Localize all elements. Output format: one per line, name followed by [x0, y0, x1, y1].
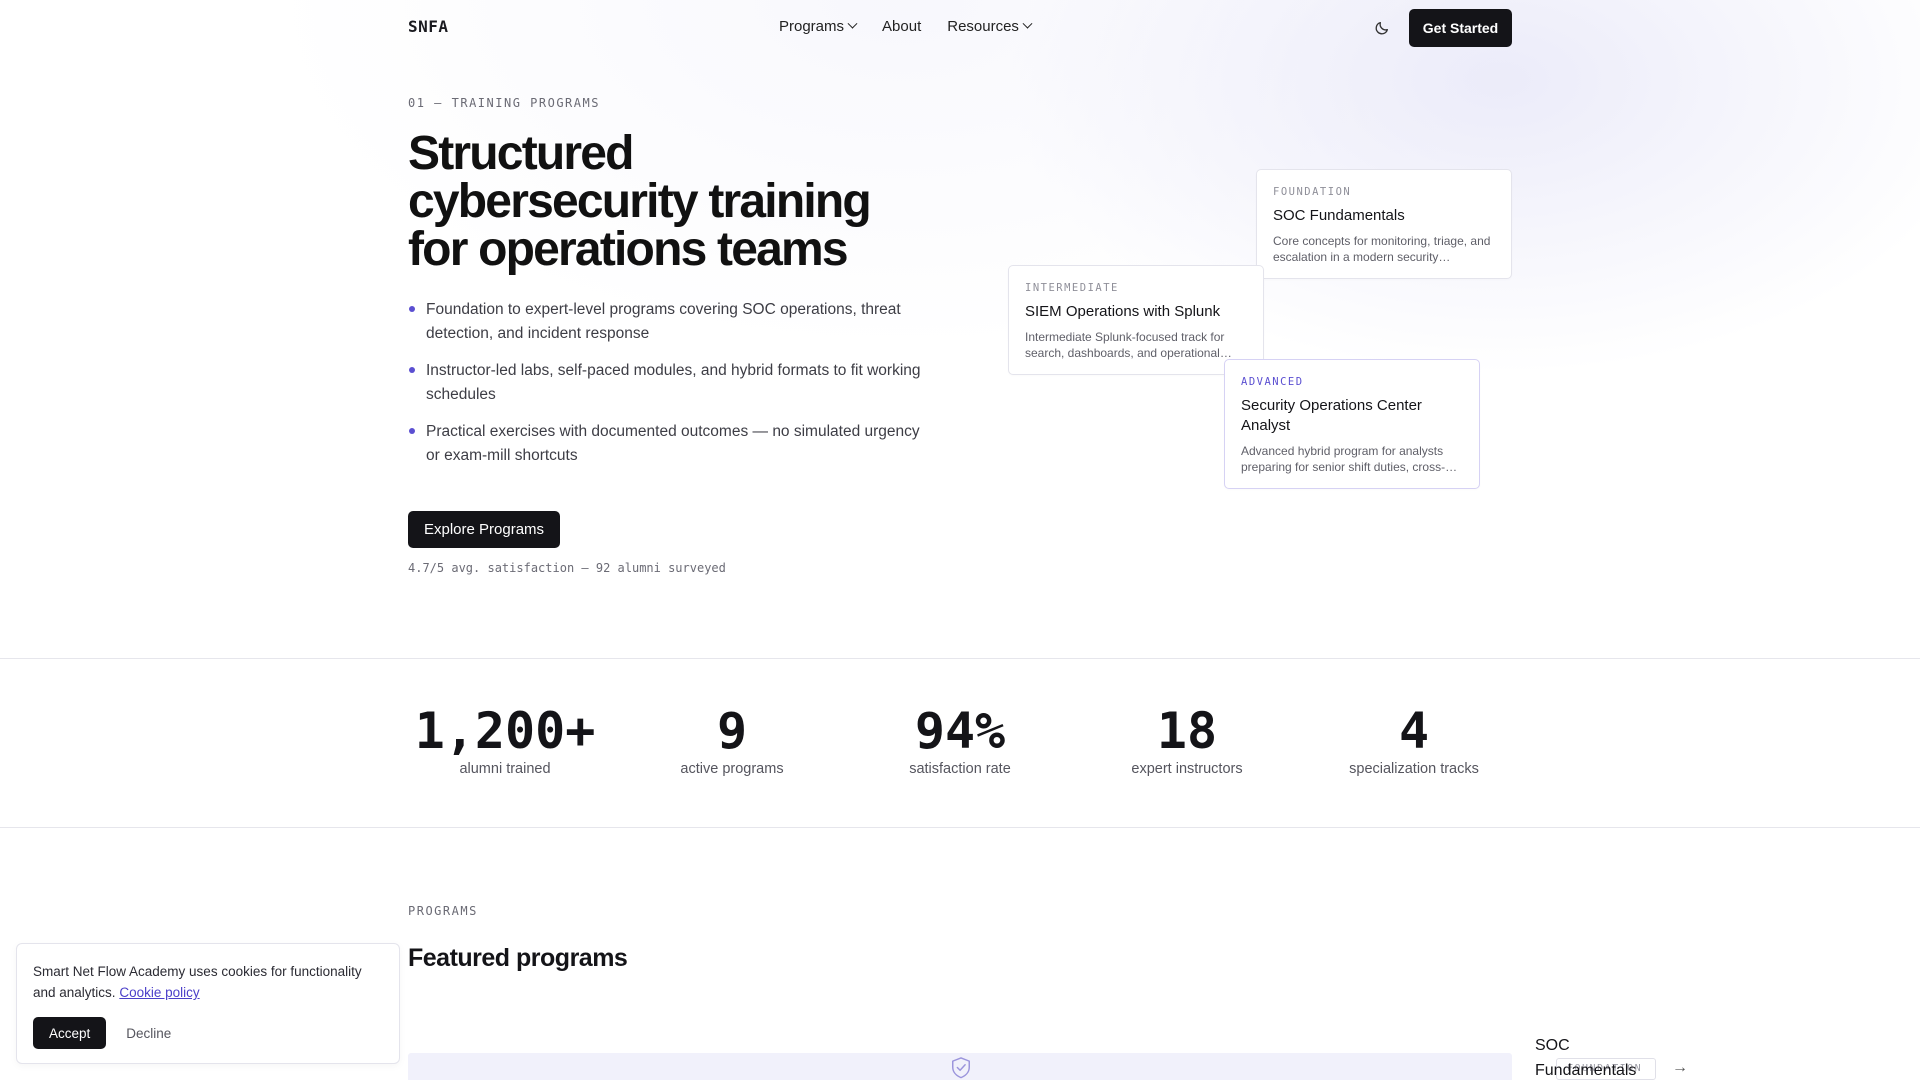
stat-tracks: 4 specialization tracks	[1314, 703, 1514, 777]
programs-section: PROGRAMS Featured programs	[408, 904, 628, 973]
moon-icon[interactable]	[1374, 20, 1390, 36]
stat-alumni: 1,200+ alumni trained	[405, 703, 605, 777]
accept-cookies-button[interactable]: Accept	[33, 1017, 107, 1049]
stat-value: 4	[1398, 702, 1430, 760]
card-description: Intermediate Splunk-focused track for se…	[1025, 330, 1225, 360]
programs-eyebrow: PROGRAMS	[408, 904, 478, 918]
stats-band: 1,200+ alumni trained 9 active programs …	[0, 658, 1920, 828]
cookie-actions: Accept Decline	[33, 1017, 383, 1049]
stat-instructors: 18 expert instructors	[1087, 703, 1287, 777]
arrow-right-icon[interactable]: →	[1672, 1059, 1688, 1077]
stat-value: 94%	[914, 702, 1006, 760]
card-level: INTERMEDIATE	[1025, 282, 1119, 294]
hero-title: Structured cybersecurity training for op…	[408, 127, 872, 276]
stat-value: 1,200+	[414, 702, 596, 760]
card-title: SIEM Operations with Splunk	[1025, 303, 1221, 320]
card-level: ADVANCED	[1241, 376, 1304, 388]
shield-check-icon	[952, 1057, 970, 1079]
stat-satisfaction: 94% satisfaction rate	[860, 703, 1060, 777]
card-description: Core concepts for monitoring, triage, an…	[1273, 234, 1491, 264]
stat-label: satisfaction rate	[909, 761, 1011, 777]
side-card-title[interactable]: SOC Fundamentals	[1535, 1033, 1645, 1080]
logo[interactable]: SNFA	[408, 17, 449, 36]
stat-label: expert instructors	[1131, 761, 1243, 777]
main-menu: Programs About Resources	[779, 18, 1033, 35]
hero-bullet: Practical exercises with documented outc…	[408, 420, 928, 468]
menu-programs[interactable]: Programs	[779, 18, 858, 35]
menu-programs-label: Programs	[779, 18, 845, 35]
program-card-soc-analyst[interactable]: ADVANCED Security Operations Center Anal…	[1224, 359, 1480, 489]
cookie-banner: Smart Net Flow Academy uses cookies for …	[16, 943, 400, 1064]
chevron-down-icon	[847, 18, 858, 29]
hero-section: 01 — TRAINING PROGRAMS Structured cybers…	[408, 96, 968, 575]
hero-bullet: Instructor-led labs, self-paced modules,…	[408, 359, 928, 407]
card-title: SOC Fundamentals	[1273, 207, 1405, 224]
program-card-siem-splunk[interactable]: INTERMEDIATE SIEM Operations with Splunk…	[1008, 265, 1264, 375]
stat-label: alumni trained	[459, 761, 551, 777]
satisfaction-note: 4.7/5 avg. satisfaction — 92 alumni surv…	[408, 561, 726, 575]
hero-bullets: Foundation to expert-level programs cove…	[408, 298, 928, 468]
menu-resources[interactable]: Resources	[947, 18, 1033, 35]
explore-programs-button[interactable]: Explore Programs	[408, 511, 561, 548]
get-started-button[interactable]: Get Started	[1409, 9, 1512, 47]
card-description: Advanced hybrid program for analysts pre…	[1241, 444, 1446, 474]
card-level: FOUNDATION	[1273, 186, 1352, 198]
hero-eyebrow: 01 — TRAINING PROGRAMS	[408, 96, 600, 110]
top-nav: SNFA Programs About Resources Get Starte…	[0, 0, 1920, 56]
stat-value: 18	[1156, 702, 1218, 760]
hero-bullet: Foundation to expert-level programs cove…	[408, 298, 928, 346]
stat-label: active programs	[680, 761, 784, 777]
menu-resources-label: Resources	[947, 18, 1019, 35]
chevron-down-icon	[1022, 18, 1033, 29]
stat-programs: 9 active programs	[632, 703, 832, 777]
stat-value: 9	[716, 702, 748, 760]
stat-label: specialization tracks	[1349, 761, 1479, 777]
cookie-text: Smart Net Flow Academy uses cookies for …	[33, 961, 383, 1003]
menu-about[interactable]: About	[882, 18, 921, 35]
program-card-soc-fundamentals[interactable]: FOUNDATION SOC Fundamentals Core concept…	[1256, 169, 1512, 279]
decline-cookies-button[interactable]: Decline	[126, 1026, 171, 1041]
menu-about-label: About	[882, 18, 922, 35]
programs-title: Featured programs	[408, 944, 628, 972]
card-title: Security Operations Center Analyst	[1241, 397, 1422, 434]
cookie-policy-link[interactable]: Cookie policy	[119, 985, 199, 1000]
